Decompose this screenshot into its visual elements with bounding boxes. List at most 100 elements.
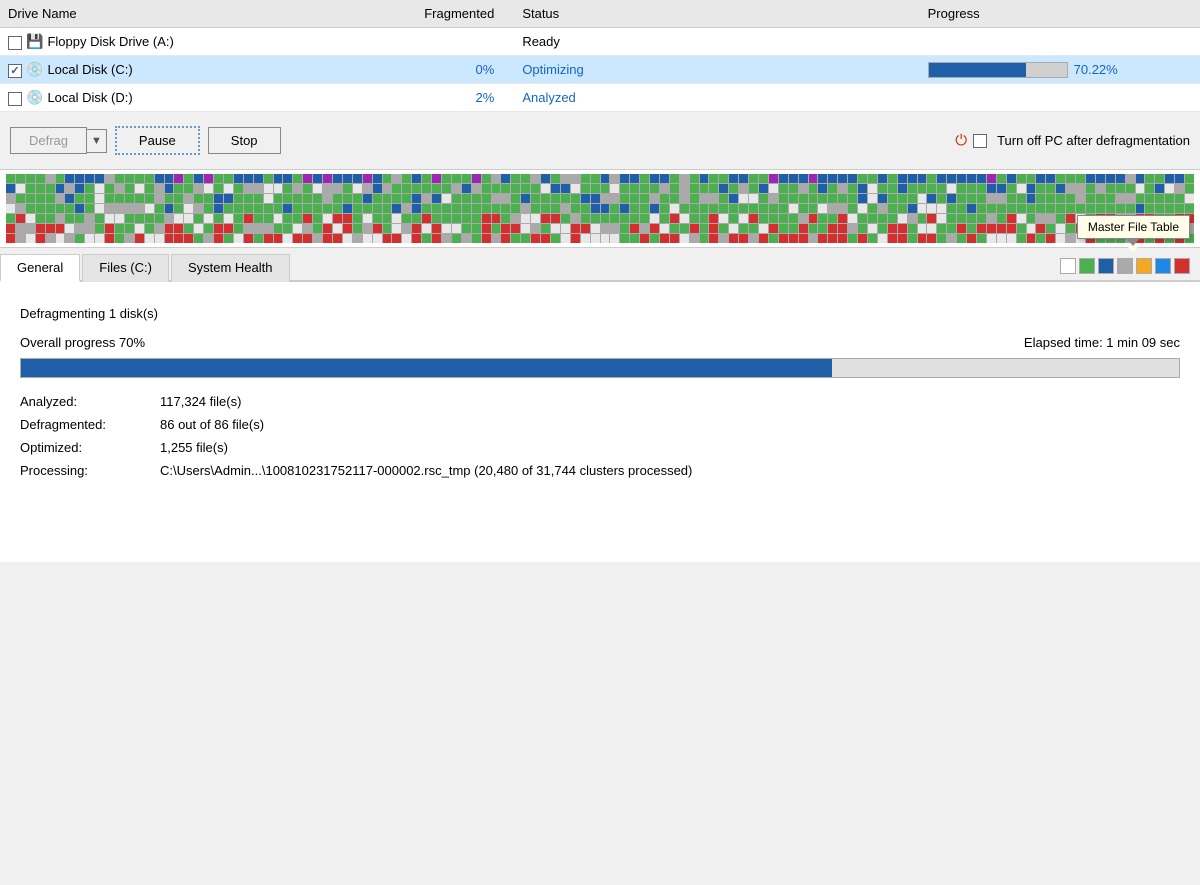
disk-cell: [719, 234, 728, 243]
disk-cell: [789, 234, 798, 243]
drive-name-floppy: Floppy Disk Drive (A:): [47, 34, 173, 49]
pause-button[interactable]: Pause: [115, 126, 200, 155]
disk-cell: [333, 184, 342, 193]
disk-cell: [323, 214, 332, 223]
stop-button[interactable]: Stop: [208, 127, 281, 154]
disk-cell: [858, 214, 867, 223]
disk-cell: [541, 214, 550, 223]
disk-cell: [1066, 214, 1075, 223]
disk-cell: [1136, 174, 1145, 183]
drive-row-d_drive[interactable]: 💿Local Disk (D:)2%Analyzed: [0, 84, 1200, 112]
disk-cell: [224, 214, 233, 223]
disk-cell: [75, 174, 84, 183]
disk-cell: [135, 204, 144, 213]
disk-cell: [115, 194, 124, 203]
disk-cell: [1116, 174, 1125, 183]
power-option: ⏻ Turn off PC after defragmentation: [955, 132, 1190, 149]
disk-cell: [769, 184, 778, 193]
drive-row-c_drive[interactable]: ✓💿Local Disk (C:)0%Optimizing70.22%: [0, 56, 1200, 84]
disk-cell: [789, 224, 798, 233]
drive-checkbox-floppy[interactable]: [8, 36, 22, 50]
disk-cell: [244, 184, 253, 193]
drive-checkbox-d_drive[interactable]: [8, 92, 22, 106]
disk-cell: [343, 184, 352, 193]
disk-cell: [492, 174, 501, 183]
tab-general[interactable]: General: [0, 254, 80, 282]
disk-cell: [16, 214, 25, 223]
drive-spacer-c_drive: [620, 56, 920, 84]
disk-cell: [551, 234, 560, 243]
disk-cell: [749, 214, 758, 223]
disk-cell: [56, 214, 65, 223]
disk-cell: [1126, 184, 1135, 193]
disk-cell: [323, 194, 332, 203]
disk-cell: [561, 184, 570, 193]
disk-cell: [383, 174, 392, 183]
disk-cell: [561, 234, 570, 243]
disk-cell: [95, 234, 104, 243]
disk-cell: [531, 174, 540, 183]
disk-cell: [353, 184, 362, 193]
defrag-dropdown[interactable]: ▼: [87, 129, 107, 153]
disk-cell: [75, 224, 84, 233]
disk-cell: [1027, 194, 1036, 203]
disk-cell: [1017, 224, 1026, 233]
disk-cell: [1155, 174, 1164, 183]
disk-cell: [274, 234, 283, 243]
disk-cell: [492, 204, 501, 213]
disk-cell: [26, 194, 35, 203]
disk-cell: [95, 184, 104, 193]
disk-cell: [363, 194, 372, 203]
disk-cell: [16, 224, 25, 233]
disk-cell: [333, 214, 342, 223]
drive-row-floppy[interactable]: 💾Floppy Disk Drive (A:)Ready: [0, 28, 1200, 56]
disk-cell: [115, 214, 124, 223]
disk-cell: [650, 204, 659, 213]
disk-cell: [898, 194, 907, 203]
disk-cell: [838, 214, 847, 223]
disk-cell: [56, 224, 65, 233]
disk-cell: [482, 194, 491, 203]
disk-cell: [858, 194, 867, 203]
disk-cell: [620, 184, 629, 193]
tab-files[interactable]: Files (C:): [82, 254, 169, 282]
col-status: Status: [514, 0, 619, 28]
disk-cell: [234, 184, 243, 193]
disk-cell: [868, 224, 877, 233]
disk-cell: [927, 234, 936, 243]
disk-cell: [333, 234, 342, 243]
disk-cell: [838, 184, 847, 193]
disk-cell: [155, 184, 164, 193]
disk-cell: [878, 174, 887, 183]
disk-cell: [650, 234, 659, 243]
disk-cell: [323, 224, 332, 233]
disk-cell: [868, 204, 877, 213]
disk-cell: [85, 174, 94, 183]
disk-cell: [709, 194, 718, 203]
drive-fragmented-d_drive: 2%: [381, 84, 514, 112]
disk-cell: [65, 214, 74, 223]
disk-cell: [997, 224, 1006, 233]
disk-cell: [541, 194, 550, 203]
disk-cell: [1027, 174, 1036, 183]
disk-cell: [462, 184, 471, 193]
disk-cell: [571, 174, 580, 183]
disk-cell: [650, 194, 659, 203]
tab-health[interactable]: System Health: [171, 254, 290, 282]
defrag-button[interactable]: Defrag: [10, 127, 87, 154]
disk-cell: [749, 174, 758, 183]
turnoff-checkbox[interactable]: [973, 134, 987, 148]
disk-cell: [898, 204, 907, 213]
disk-cell: [1116, 194, 1125, 203]
disk-cell: [670, 204, 679, 213]
disk-cell: [343, 204, 352, 213]
disk-cell: [472, 214, 481, 223]
disk-cell: [1046, 184, 1055, 193]
drive-checkbox-c_drive[interactable]: ✓: [8, 64, 22, 78]
disk-cell: [492, 214, 501, 223]
disk-cell: [670, 234, 679, 243]
disk-cell: [145, 224, 154, 233]
disk-cell: [759, 204, 768, 213]
disk-cell: [1106, 184, 1115, 193]
disk-cell: [75, 194, 84, 203]
